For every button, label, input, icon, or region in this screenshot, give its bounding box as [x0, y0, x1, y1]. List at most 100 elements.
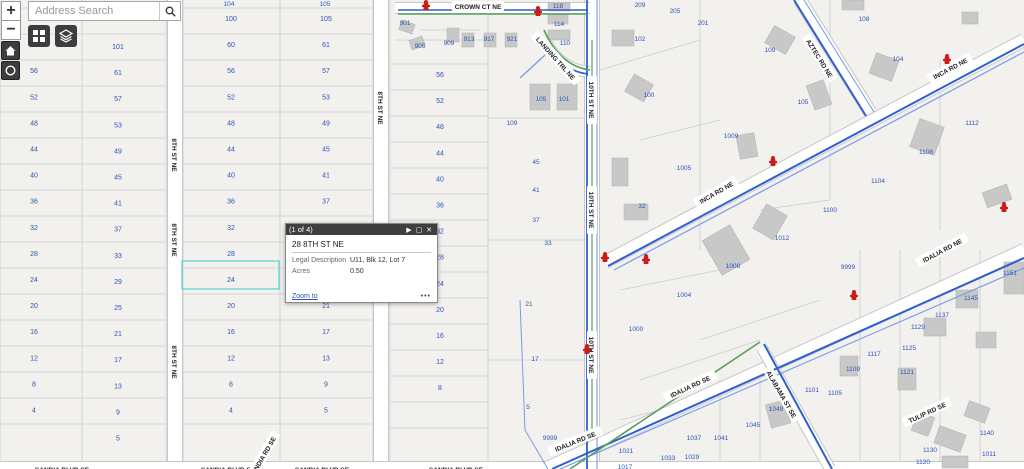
lot-number: 52 — [30, 94, 38, 101]
lot-number: 61 — [114, 70, 122, 77]
lot-number: 28 — [227, 251, 235, 258]
popup-counter: (1 of 4) — [289, 225, 313, 234]
hydrant-icon[interactable] — [850, 290, 858, 300]
lot-number: 53 — [114, 122, 122, 129]
parcel-number: 109 — [507, 120, 518, 127]
hydrant-icon[interactable] — [642, 254, 650, 264]
lot-number: 12 — [227, 355, 235, 362]
lot-number: 105 — [320, 16, 332, 23]
parcel-number: 1037 — [687, 435, 702, 442]
parcel-boundary — [639, 119, 721, 141]
street-label: SANDIA BLVD SE — [423, 464, 489, 469]
lot-number: 20 — [227, 303, 235, 310]
home-button[interactable] — [1, 41, 20, 60]
locate-button[interactable] — [1, 61, 20, 80]
street-label: 8TH ST NE — [376, 86, 386, 130]
parcel-number: 1120 — [916, 459, 930, 466]
selected-parcel[interactable] — [181, 260, 280, 290]
building-footprint — [963, 400, 991, 424]
zoom-out-button[interactable]: − — [1, 20, 21, 40]
parcel-number: 104 — [224, 1, 235, 8]
lot-number: 56 — [436, 72, 444, 79]
search-icon — [165, 6, 176, 17]
field-value: 0.50 — [350, 268, 364, 275]
street-label: SANDIA BLVD SE — [289, 464, 355, 469]
popup-field-row: Legal Description U11, Blk 12, Lot 7 — [292, 257, 431, 264]
layers-button[interactable] — [55, 25, 77, 47]
building-footprint — [611, 157, 629, 187]
lot-number: 24 — [30, 277, 38, 284]
zoom-to-link[interactable]: Zoom to — [292, 293, 318, 300]
parcel-number: 114 — [554, 21, 565, 28]
building-footprint — [981, 183, 1013, 209]
popup-field-row: Acres 0.50 — [292, 268, 431, 275]
svg-text:8TH ST NE: 8TH ST NE — [170, 223, 177, 257]
building-footprint — [735, 132, 759, 160]
map-canvas[interactable]: 1006156524844403632282420161284101615753… — [0, 0, 1024, 469]
parcel-number: 1125 — [902, 345, 916, 352]
lot-number: 32 — [30, 225, 38, 232]
close-icon[interactable]: ✕ — [424, 226, 434, 234]
next-feature-icon[interactable]: ▶ — [404, 226, 414, 234]
more-options-button[interactable]: ••• — [421, 293, 431, 300]
lot-number: 40 — [30, 173, 38, 180]
zoom-in-button[interactable]: + — [1, 1, 21, 21]
lot-number: 8 — [229, 381, 233, 388]
water-line — [519, 54, 546, 79]
parcel-number: 102 — [635, 36, 646, 43]
street-label: 8TH ST NE — [170, 218, 180, 262]
lot-number: 12 — [436, 359, 444, 366]
parcel-number: 37 — [532, 217, 540, 224]
parcel-number: 9999 — [543, 435, 558, 442]
parcel-number: 1009 — [724, 133, 739, 140]
grid-icon — [33, 30, 45, 42]
svg-text:10TH ST NE: 10TH ST NE — [587, 192, 594, 230]
parcel-number: 21 — [525, 301, 533, 308]
building-footprint — [941, 455, 969, 469]
lot-number: 61 — [322, 42, 330, 49]
parcel-number: 1011 — [982, 451, 996, 458]
street-label: 8TH ST NE — [170, 340, 180, 384]
field-label: Legal Description — [292, 257, 347, 264]
parcel-number: 909 — [444, 40, 455, 47]
lot-number: 5 — [324, 408, 328, 415]
search-button[interactable] — [159, 2, 180, 20]
lot-number: 33 — [114, 253, 122, 260]
lot-number: 41 — [322, 173, 330, 180]
popup-title: 28 8TH ST NE — [292, 240, 431, 253]
lot-number: 40 — [436, 176, 444, 183]
locate-icon — [5, 65, 16, 76]
parcel-number: 1017 — [618, 464, 633, 469]
parcel-number: 1029 — [685, 454, 700, 461]
parcel-number: 1100 — [823, 207, 837, 214]
basemap-gallery-button[interactable] — [28, 25, 50, 47]
parcel-number: 1041 — [714, 435, 729, 442]
parcel-number: 1000 — [629, 326, 644, 333]
lot-number: 16 — [227, 329, 235, 336]
lot-number: 41 — [114, 201, 122, 208]
parcel-number: 5 — [526, 404, 530, 411]
street-label: IDALIA RD NE — [915, 232, 969, 268]
lot-number: 49 — [114, 148, 122, 155]
lot-number: 9 — [324, 381, 328, 388]
parcel-boundary — [699, 299, 821, 341]
lot-number: 36 — [436, 203, 444, 210]
street-label: 8TH ST NE — [170, 133, 180, 177]
maximize-icon[interactable]: ▢ — [414, 226, 424, 234]
lot-number: 36 — [30, 199, 38, 206]
lot-number: 52 — [227, 94, 235, 101]
building-footprint — [611, 29, 635, 47]
svg-text:CROWN CT NE: CROWN CT NE — [455, 4, 502, 11]
lot-number: 25 — [114, 305, 122, 312]
lot-number: 48 — [30, 120, 38, 127]
hydrant-icon[interactable] — [1000, 202, 1008, 212]
search-input[interactable] — [29, 2, 165, 20]
parcel-number: 1121 — [900, 369, 914, 376]
lot-number: 21 — [114, 331, 122, 338]
lot-number: 56 — [30, 68, 38, 75]
lot-number: 44 — [436, 150, 444, 157]
lot-number: 101 — [112, 44, 124, 51]
parcel-number: 104 — [893, 56, 904, 63]
lot-number: 16 — [30, 329, 38, 336]
lot-number: 60 — [227, 42, 235, 49]
